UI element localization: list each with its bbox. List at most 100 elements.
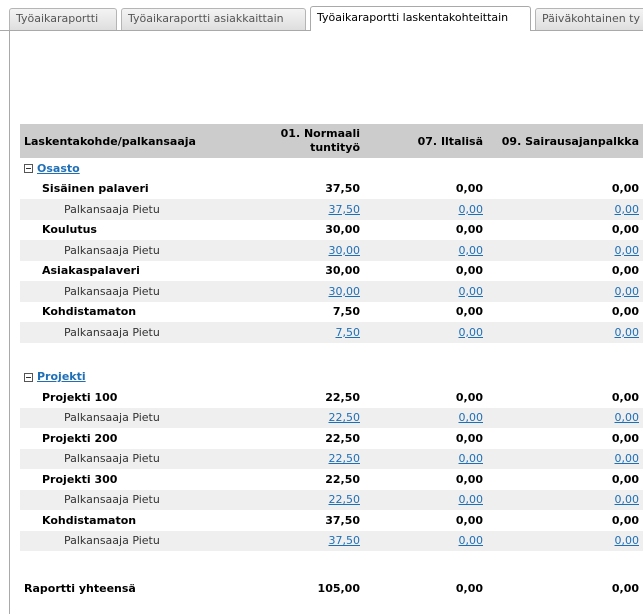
person-value-link[interactable]: 0,00 [459,244,484,257]
person-value-link[interactable]: 7,50 [336,326,361,339]
total-value: 105,00 [317,581,360,595]
person-value-link[interactable]: 22,50 [329,452,361,465]
person-value-link[interactable]: 0,00 [615,203,640,216]
item-row: Koulutus 30,00 0,00 0,00 [20,220,643,241]
person-row: Palkansaaja Pietu 37,50 0,00 0,00 [20,199,643,220]
item-value: 0,00 [611,182,639,196]
person-value-link[interactable]: 37,50 [329,203,361,216]
item-name: Projekti 300 [42,472,118,486]
item-value: 0,00 [611,223,639,237]
person-value-link[interactable]: 0,00 [459,326,484,339]
person-value-link[interactable]: 0,00 [459,534,484,547]
item-value: 0,00 [455,223,483,237]
person-value-link[interactable]: 0,00 [615,493,640,506]
item-value: 0,00 [455,513,483,527]
person-row: Palkansaaja Pietu 22,50 0,00 0,00 [20,407,643,428]
group-link[interactable]: Projekti [37,370,86,383]
person-value-link[interactable]: 37,50 [329,534,361,547]
item-name: Koulutus [42,223,97,237]
header-sairausajanpalkka: 09. Sairausajanpalkka [487,124,643,158]
item-row: Asiakaspalaveri 30,00 0,00 0,00 [20,261,643,282]
tab-bar: Työaikaraportti Työaikaraportti asiakkai… [0,0,643,31]
person-value-link[interactable]: 0,00 [459,203,484,216]
item-value: 37,50 [325,182,360,196]
group-link[interactable]: Osasto [37,162,80,175]
item-value: 0,00 [455,264,483,278]
tab-tyoaikaraportti-asiakkaittain[interactable]: Työaikaraportti asiakkaittain [121,8,306,30]
item-value: 0,00 [455,431,483,445]
person-row: Palkansaaja Pietu 22,50 0,00 0,00 [20,489,643,510]
item-value: 0,00 [611,305,639,319]
total-label: Raportti yhteensä [24,581,136,595]
item-row: Kohdistamaton 37,50 0,00 0,00 [20,510,643,531]
person-name: Palkansaaja Pietu [64,452,160,466]
collapse-icon[interactable] [24,372,33,382]
person-name: Palkansaaja Pietu [64,202,160,216]
item-value: 22,50 [325,390,360,404]
person-row: Palkansaaja Pietu 30,00 0,00 0,00 [20,240,643,261]
person-value-link[interactable]: 22,50 [329,411,361,424]
person-name: Palkansaaja Pietu [64,243,160,257]
total-value: 0,00 [455,581,483,595]
person-name: Palkansaaja Pietu [64,534,160,548]
person-value-link[interactable]: 30,00 [329,285,361,298]
item-value: 0,00 [455,472,483,486]
tab-tyoaikaraportti[interactable]: Työaikaraportti [9,8,117,30]
group-row: Osasto [20,158,643,179]
item-name: Sisäinen palaveri [42,182,149,196]
header-row: Laskentakohde/palkansaaja 01. Normaali t… [20,124,643,158]
person-name: Palkansaaja Pietu [64,493,160,507]
total-row: Raportti yhteensä 105,00 0,00 0,00 [20,577,643,599]
person-value-link[interactable]: 30,00 [329,244,361,257]
person-name: Palkansaaja Pietu [64,411,160,425]
item-value: 7,50 [332,305,360,319]
person-value-link[interactable]: 0,00 [459,452,484,465]
person-value-link[interactable]: 0,00 [615,244,640,257]
item-value: 30,00 [325,223,360,237]
report-table: Laskentakohde/palkansaaja 01. Normaali t… [20,124,643,599]
item-value: 0,00 [611,513,639,527]
person-row: Palkansaaja Pietu 22,50 0,00 0,00 [20,448,643,469]
item-value: 37,50 [325,513,360,527]
person-value-link[interactable]: 0,00 [615,534,640,547]
person-value-link[interactable]: 0,00 [459,285,484,298]
item-name: Projekti 100 [42,390,118,404]
item-name: Projekti 200 [42,431,118,445]
item-name: Kohdistamaton [42,513,137,527]
group-row: Projekti [20,367,643,388]
item-row: Kohdistamaton 7,50 0,00 0,00 [20,302,643,323]
person-value-link[interactable]: 0,00 [615,326,640,339]
person-row: Palkansaaja Pietu 7,50 0,00 0,00 [20,322,643,343]
spacer-row [20,551,643,577]
item-row: Sisäinen palaveri 37,50 0,00 0,00 [20,179,643,200]
item-value: 0,00 [611,472,639,486]
person-value-link[interactable]: 0,00 [459,493,484,506]
item-value: 0,00 [455,390,483,404]
total-value: 0,00 [611,581,639,595]
person-value-link[interactable]: 22,50 [329,493,361,506]
header-iltalisa: 07. Iltalisä [364,124,487,158]
header-normaali-tuntityo: 01. Normaali tuntityö [242,124,364,158]
item-value: 0,00 [455,305,483,319]
item-row: Projekti 300 22,50 0,00 0,00 [20,469,643,490]
header-laskentakohde: Laskentakohde/palkansaaja [20,124,242,158]
item-row: Projekti 100 22,50 0,00 0,00 [20,387,643,408]
person-value-link[interactable]: 0,00 [459,411,484,424]
item-value: 0,00 [611,431,639,445]
item-value: 30,00 [325,264,360,278]
tab-tyoaikaraportti-laskentakohteittain[interactable]: Työaikaraportti laskentakohteittain [310,6,531,31]
person-row: Palkansaaja Pietu 37,50 0,00 0,00 [20,530,643,551]
item-name: Asiakaspalaveri [42,264,140,278]
person-value-link[interactable]: 0,00 [615,411,640,424]
item-value: 0,00 [611,390,639,404]
person-value-link[interactable]: 0,00 [615,285,640,298]
person-name: Palkansaaja Pietu [64,284,160,298]
collapse-icon[interactable] [24,164,33,174]
item-name: Kohdistamaton [42,305,137,319]
item-value: 0,00 [455,182,483,196]
person-value-link[interactable]: 0,00 [615,452,640,465]
item-value: 22,50 [325,472,360,486]
item-value: 22,50 [325,431,360,445]
tab-paivakohtainen[interactable]: Päiväkohtainen ty [535,8,643,30]
item-value: 0,00 [611,264,639,278]
